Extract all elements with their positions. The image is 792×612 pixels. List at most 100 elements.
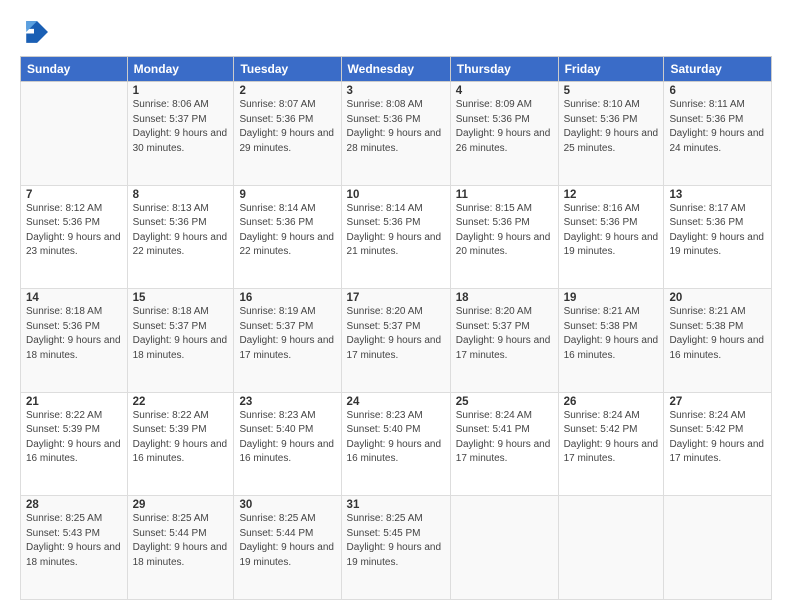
weekday-header: Tuesday bbox=[234, 57, 341, 82]
day-detail: Sunrise: 8:25 AMSunset: 5:44 PMDaylight:… bbox=[239, 513, 334, 568]
calendar-week-row: 7 Sunrise: 8:12 AMSunset: 5:36 PMDaylight… bbox=[21, 185, 772, 289]
day-number: 4 bbox=[456, 85, 553, 97]
day-number: 21 bbox=[26, 396, 122, 408]
calendar-cell: 6 Sunrise: 8:11 AMSunset: 5:36 PMDaylight… bbox=[664, 82, 772, 186]
calendar-cell: 9 Sunrise: 8:14 AMSunset: 5:36 PMDaylight… bbox=[234, 185, 341, 289]
calendar-cell bbox=[664, 496, 772, 600]
day-number: 7 bbox=[26, 189, 122, 201]
calendar-cell: 31Sunrise: 8:25 AMSunset: 5:45 PMDayligh… bbox=[341, 496, 450, 600]
day-detail: Sunrise: 8:23 AMSunset: 5:40 PMDaylight:… bbox=[347, 410, 442, 465]
day-detail: Sunrise: 8:17 AMSunset: 5:36 PMDaylight:… bbox=[669, 203, 764, 258]
day-number: 11 bbox=[456, 189, 553, 201]
calendar-cell: 27 Sunrise: 8:24 AMSunset: 5:42 PMDayligh… bbox=[664, 392, 772, 496]
day-detail: Sunrise: 8:07 AMSunset: 5:36 PMDaylight:… bbox=[239, 99, 334, 154]
day-detail: Sunrise: 8:06 AMSunset: 5:37 PMDaylight:… bbox=[133, 99, 228, 154]
weekday-header: Sunday bbox=[21, 57, 128, 82]
day-detail: Sunrise: 8:19 AMSunset: 5:37 PMDaylight:… bbox=[239, 306, 334, 361]
day-number: 3 bbox=[347, 85, 445, 97]
calendar-cell: 21Sunrise: 8:22 AMSunset: 5:39 PMDayligh… bbox=[21, 392, 128, 496]
calendar-cell: 17 Sunrise: 8:20 AMSunset: 5:37 PMDayligh… bbox=[341, 289, 450, 393]
calendar-cell: 8 Sunrise: 8:13 AMSunset: 5:36 PMDaylight… bbox=[127, 185, 234, 289]
day-detail: Sunrise: 8:12 AMSunset: 5:36 PMDaylight:… bbox=[26, 203, 121, 258]
day-detail: Sunrise: 8:24 AMSunset: 5:42 PMDaylight:… bbox=[669, 410, 764, 465]
weekday-header: Wednesday bbox=[341, 57, 450, 82]
day-detail: Sunrise: 8:16 AMSunset: 5:36 PMDaylight:… bbox=[564, 203, 659, 258]
day-detail: Sunrise: 8:23 AMSunset: 5:40 PMDaylight:… bbox=[239, 410, 334, 465]
day-detail: Sunrise: 8:20 AMSunset: 5:37 PMDaylight:… bbox=[347, 306, 442, 361]
day-detail: Sunrise: 8:21 AMSunset: 5:38 PMDaylight:… bbox=[669, 306, 764, 361]
day-detail: Sunrise: 8:18 AMSunset: 5:36 PMDaylight:… bbox=[26, 306, 121, 361]
day-number: 8 bbox=[133, 189, 229, 201]
day-detail: Sunrise: 8:21 AMSunset: 5:38 PMDaylight:… bbox=[564, 306, 659, 361]
day-detail: Sunrise: 8:14 AMSunset: 5:36 PMDaylight:… bbox=[239, 203, 334, 258]
calendar-page: SundayMondayTuesdayWednesdayThursdayFrid… bbox=[0, 0, 792, 612]
calendar-cell: 18Sunrise: 8:20 AMSunset: 5:37 PMDayligh… bbox=[450, 289, 558, 393]
calendar-body: 1 Sunrise: 8:06 AMSunset: 5:37 PMDaylight… bbox=[21, 82, 772, 600]
day-detail: Sunrise: 8:11 AMSunset: 5:36 PMDaylight:… bbox=[669, 99, 764, 154]
day-detail: Sunrise: 8:25 AMSunset: 5:44 PMDaylight:… bbox=[133, 513, 228, 568]
calendar-cell: 25 Sunrise: 8:24 AMSunset: 5:41 PMDayligh… bbox=[450, 392, 558, 496]
day-detail: Sunrise: 8:15 AMSunset: 5:36 PMDaylight:… bbox=[456, 203, 551, 258]
day-detail: Sunrise: 8:14 AMSunset: 5:36 PMDaylight:… bbox=[347, 203, 442, 258]
calendar-header-row: SundayMondayTuesdayWednesdayThursdayFrid… bbox=[21, 57, 772, 82]
day-number: 28 bbox=[26, 499, 122, 511]
calendar-cell: 15Sunrise: 8:18 AMSunset: 5:37 PMDayligh… bbox=[127, 289, 234, 393]
calendar-week-row: 14 Sunrise: 8:18 AMSunset: 5:36 PMDayligh… bbox=[21, 289, 772, 393]
day-number: 29 bbox=[133, 499, 229, 511]
day-number: 12 bbox=[564, 189, 659, 201]
calendar-week-row: 28Sunrise: 8:25 AMSunset: 5:43 PMDayligh… bbox=[21, 496, 772, 600]
day-detail: Sunrise: 8:10 AMSunset: 5:36 PMDaylight:… bbox=[564, 99, 659, 154]
calendar-cell: 30 Sunrise: 8:25 AMSunset: 5:44 PMDayligh… bbox=[234, 496, 341, 600]
day-number: 27 bbox=[669, 396, 766, 408]
day-detail: Sunrise: 8:24 AMSunset: 5:41 PMDaylight:… bbox=[456, 410, 551, 465]
day-number: 2 bbox=[239, 85, 335, 97]
day-detail: Sunrise: 8:20 AMSunset: 5:37 PMDaylight:… bbox=[456, 306, 551, 361]
day-number: 17 bbox=[347, 292, 445, 304]
day-number: 23 bbox=[239, 396, 335, 408]
calendar-week-row: 21 Sunrise: 8:22 AMSunset: 5:39 PMDayligh… bbox=[21, 392, 772, 496]
weekday-header: Thursday bbox=[450, 57, 558, 82]
calendar-cell bbox=[21, 82, 128, 186]
day-number: 30 bbox=[239, 499, 335, 511]
day-number: 19 bbox=[564, 292, 659, 304]
calendar-cell: 16 Sunrise: 8:19 AMSunset: 5:37 PMDayligh… bbox=[234, 289, 341, 393]
day-detail: Sunrise: 8:24 AMSunset: 5:42 PMDaylight:… bbox=[564, 410, 659, 465]
day-detail: Sunrise: 8:13 AMSunset: 5:36 PMDaylight:… bbox=[133, 203, 228, 258]
logo bbox=[20, 18, 52, 46]
day-number: 10 bbox=[347, 189, 445, 201]
day-detail: Sunrise: 8:22 AMSunset: 5:39 PMDaylight:… bbox=[133, 410, 228, 465]
day-number: 31 bbox=[347, 499, 445, 511]
logo-icon bbox=[20, 18, 48, 46]
header bbox=[20, 18, 772, 46]
day-number: 9 bbox=[239, 189, 335, 201]
calendar-cell: 14 Sunrise: 8:18 AMSunset: 5:36 PMDayligh… bbox=[21, 289, 128, 393]
calendar-cell: 19 Sunrise: 8:21 AMSunset: 5:38 PMDayligh… bbox=[558, 289, 664, 393]
day-detail: Sunrise: 8:09 AMSunset: 5:36 PMDaylight:… bbox=[456, 99, 551, 154]
calendar-week-row: 1 Sunrise: 8:06 AMSunset: 5:37 PMDaylight… bbox=[21, 82, 772, 186]
day-number: 15 bbox=[133, 292, 229, 304]
calendar-table: SundayMondayTuesdayWednesdayThursdayFrid… bbox=[20, 56, 772, 600]
calendar-cell: 5 Sunrise: 8:10 AMSunset: 5:36 PMDaylight… bbox=[558, 82, 664, 186]
calendar-cell: 24 Sunrise: 8:23 AMSunset: 5:40 PMDayligh… bbox=[341, 392, 450, 496]
calendar-cell: 4 Sunrise: 8:09 AMSunset: 5:36 PMDaylight… bbox=[450, 82, 558, 186]
day-number: 24 bbox=[347, 396, 445, 408]
calendar-cell: 26 Sunrise: 8:24 AMSunset: 5:42 PMDayligh… bbox=[558, 392, 664, 496]
calendar-cell: 20Sunrise: 8:21 AMSunset: 5:38 PMDayligh… bbox=[664, 289, 772, 393]
day-number: 26 bbox=[564, 396, 659, 408]
day-number: 16 bbox=[239, 292, 335, 304]
calendar-cell: 7 Sunrise: 8:12 AMSunset: 5:36 PMDaylight… bbox=[21, 185, 128, 289]
calendar-cell: 1 Sunrise: 8:06 AMSunset: 5:37 PMDaylight… bbox=[127, 82, 234, 186]
calendar-cell: 10 Sunrise: 8:14 AMSunset: 5:36 PMDayligh… bbox=[341, 185, 450, 289]
day-number: 13 bbox=[669, 189, 766, 201]
day-number: 14 bbox=[26, 292, 122, 304]
day-detail: Sunrise: 8:08 AMSunset: 5:36 PMDaylight:… bbox=[347, 99, 442, 154]
calendar-cell: 12 Sunrise: 8:16 AMSunset: 5:36 PMDayligh… bbox=[558, 185, 664, 289]
day-number: 1 bbox=[133, 85, 229, 97]
calendar-cell: 11 Sunrise: 8:15 AMSunset: 5:36 PMDayligh… bbox=[450, 185, 558, 289]
calendar-cell: 22Sunrise: 8:22 AMSunset: 5:39 PMDayligh… bbox=[127, 392, 234, 496]
day-number: 6 bbox=[669, 85, 766, 97]
calendar-cell bbox=[558, 496, 664, 600]
day-number: 5 bbox=[564, 85, 659, 97]
day-number: 25 bbox=[456, 396, 553, 408]
weekday-header: Saturday bbox=[664, 57, 772, 82]
